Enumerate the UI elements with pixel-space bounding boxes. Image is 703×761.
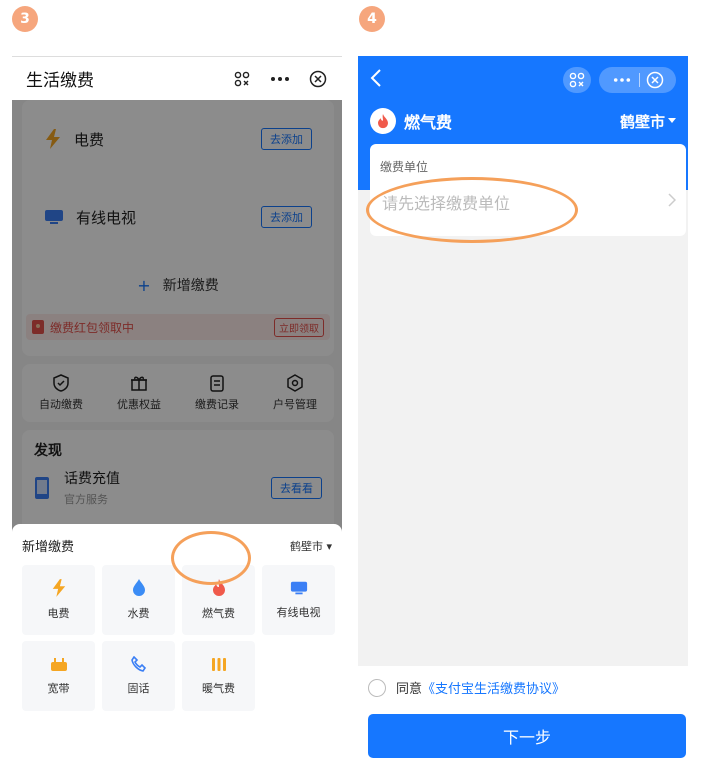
flame-icon (378, 113, 388, 128)
grid-item-electric[interactable]: 电费 (22, 565, 95, 635)
agree-prefix: 同意 (396, 682, 423, 697)
scan-icon[interactable] (232, 69, 252, 89)
caret-down-icon (668, 118, 676, 123)
left-screen: 生活缴费 电费 去添加 有线电视 去添加 + 新增缴费 缴费红包领取中 立即领取… (12, 56, 342, 716)
grid-item-tv[interactable]: 有线电视 (262, 565, 335, 635)
water-drop-icon (132, 579, 145, 596)
grid-label: 电费 (47, 607, 70, 620)
step-badge-3: 3 (12, 6, 38, 32)
gas-logo (370, 108, 396, 134)
unit-label: 缴费单位 (380, 160, 429, 174)
grid-label: 燃气费 (202, 607, 235, 620)
highlight-ring-unit (366, 177, 578, 243)
scan-button[interactable] (563, 67, 591, 93)
grid-item-heating[interactable]: 暖气费 (182, 641, 255, 711)
close-icon[interactable] (640, 71, 670, 89)
page-title: 生活缴费 (26, 71, 94, 91)
service-name: 燃气费 (404, 113, 453, 132)
grid-item-broadband[interactable]: 宽带 (22, 641, 95, 711)
nav-bar (358, 56, 688, 104)
nav-bar: 生活缴费 (12, 56, 342, 100)
chevron-right-icon (668, 192, 677, 211)
telephone-icon (130, 656, 146, 672)
right-screen: 燃气费 鹤壁市 缴费单位 请先选择缴费单位 同意 《支付宝生活缴费协议》 下一步 (358, 56, 688, 761)
step-number: 3 (20, 11, 30, 27)
tv-icon (290, 581, 307, 595)
next-button[interactable]: 下一步 (368, 714, 686, 758)
step-number: 4 (367, 11, 377, 27)
step-badge-4: 4 (359, 6, 385, 32)
scan-icon (569, 72, 585, 88)
footer: 同意 《支付宝生活缴费协议》 下一步 (358, 666, 688, 761)
grid-item-water[interactable]: 水费 (102, 565, 175, 635)
lightning-icon (52, 579, 65, 597)
more-icon[interactable] (270, 69, 290, 89)
router-icon (50, 658, 67, 671)
grid-label: 有线电视 (276, 606, 321, 619)
grid-label: 水费 (127, 607, 150, 620)
back-icon[interactable] (370, 69, 563, 91)
highlight-ring-gas (171, 531, 251, 585)
radiator-icon (211, 658, 226, 671)
agreement-link[interactable]: 《支付宝生活缴费协议》 (422, 678, 565, 697)
agreement-row: 同意 《支付宝生活缴费协议》 (368, 678, 565, 697)
city-label: 鹤壁市 (619, 112, 665, 131)
city-selector[interactable]: 鹤壁市 ▾ (290, 538, 332, 554)
dim-overlay[interactable] (12, 100, 342, 580)
service-header: 燃气费 鹤壁市 (370, 104, 676, 138)
agree-checkbox[interactable] (368, 678, 386, 697)
grid-label: 宽带 (47, 682, 70, 695)
more-icon[interactable] (605, 77, 639, 83)
city-selector[interactable]: 鹤壁市 (620, 111, 676, 132)
close-icon[interactable] (308, 69, 328, 89)
grid-label: 暖气费 (202, 682, 235, 695)
menu-capsule (599, 67, 676, 93)
grid-label: 固话 (127, 682, 150, 695)
grid-item-landline[interactable]: 固话 (102, 641, 175, 711)
